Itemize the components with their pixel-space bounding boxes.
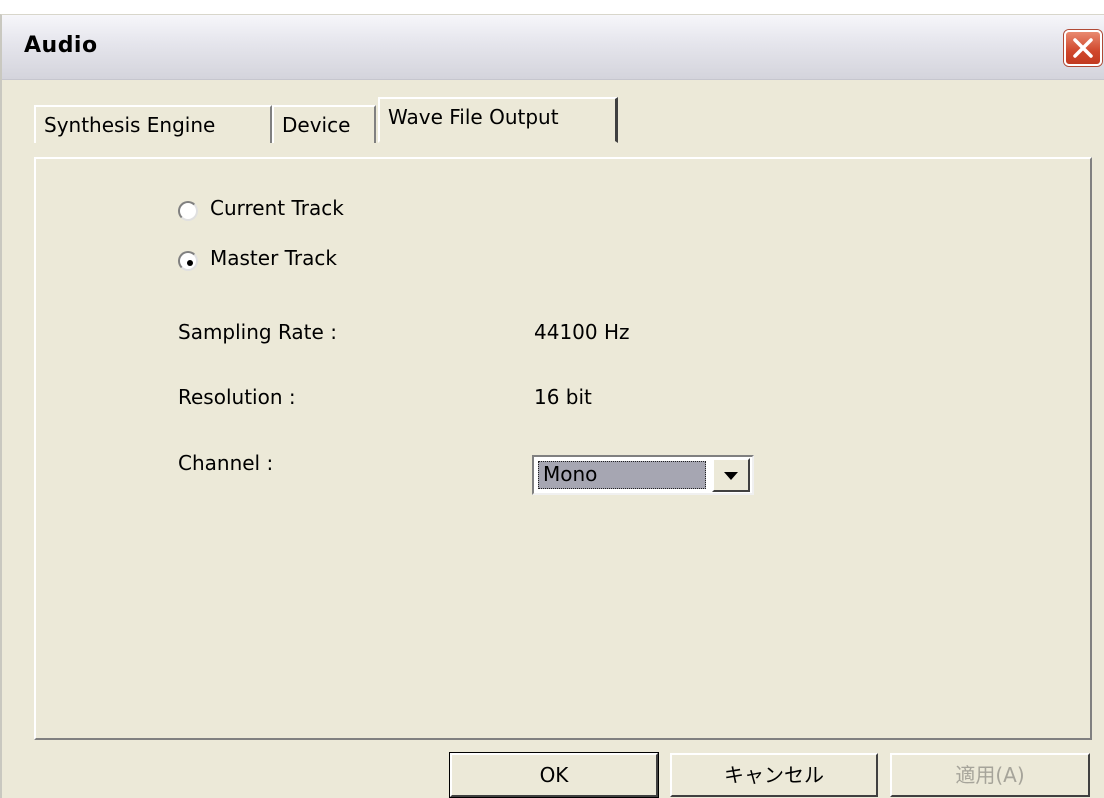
wave-file-output-panel	[34, 157, 1092, 740]
tab-label: Wave File Output	[388, 105, 559, 129]
apply-label: 適用(A)	[955, 763, 1025, 787]
resolution-label: Resolution :	[178, 385, 296, 409]
chevron-down-icon	[724, 472, 738, 480]
tab-label: Device	[282, 113, 351, 137]
channel-label: Channel :	[178, 451, 274, 475]
radio-label: Current Track	[210, 196, 344, 220]
tab-label: Synthesis Engine	[44, 113, 216, 137]
audio-dialog: Audio Synthesis Engine Device Wave File …	[0, 14, 1104, 798]
window-title: Audio	[24, 33, 98, 58]
tab-wave-file-output[interactable]: Wave File Output	[378, 97, 618, 143]
cancel-label: キャンセル	[724, 763, 824, 787]
sampling-rate-label: Sampling Rate :	[178, 320, 337, 344]
radio-selected-dot	[187, 260, 193, 266]
ok-label: OK	[539, 763, 569, 787]
close-icon	[1073, 38, 1093, 58]
apply-button[interactable]: 適用(A)	[890, 753, 1090, 797]
channel-select[interactable]: Mono	[532, 455, 754, 495]
ok-button[interactable]: OK	[450, 753, 658, 797]
resolution-value: 16 bit	[534, 385, 592, 409]
sampling-rate-value: 44100 Hz	[534, 320, 630, 344]
radio-button[interactable]	[178, 201, 198, 221]
tab-device[interactable]: Device	[272, 105, 376, 143]
radio-button[interactable]	[178, 251, 198, 271]
tab-synthesis-engine[interactable]: Synthesis Engine	[34, 105, 272, 143]
cancel-button[interactable]: キャンセル	[670, 753, 878, 797]
dropdown-arrow-button[interactable]	[712, 458, 750, 492]
channel-selected-value: Mono	[538, 461, 706, 489]
title-bar[interactable]: Audio	[2, 15, 1104, 80]
radio-label: Master Track	[210, 246, 337, 270]
close-button[interactable]	[1064, 30, 1102, 66]
